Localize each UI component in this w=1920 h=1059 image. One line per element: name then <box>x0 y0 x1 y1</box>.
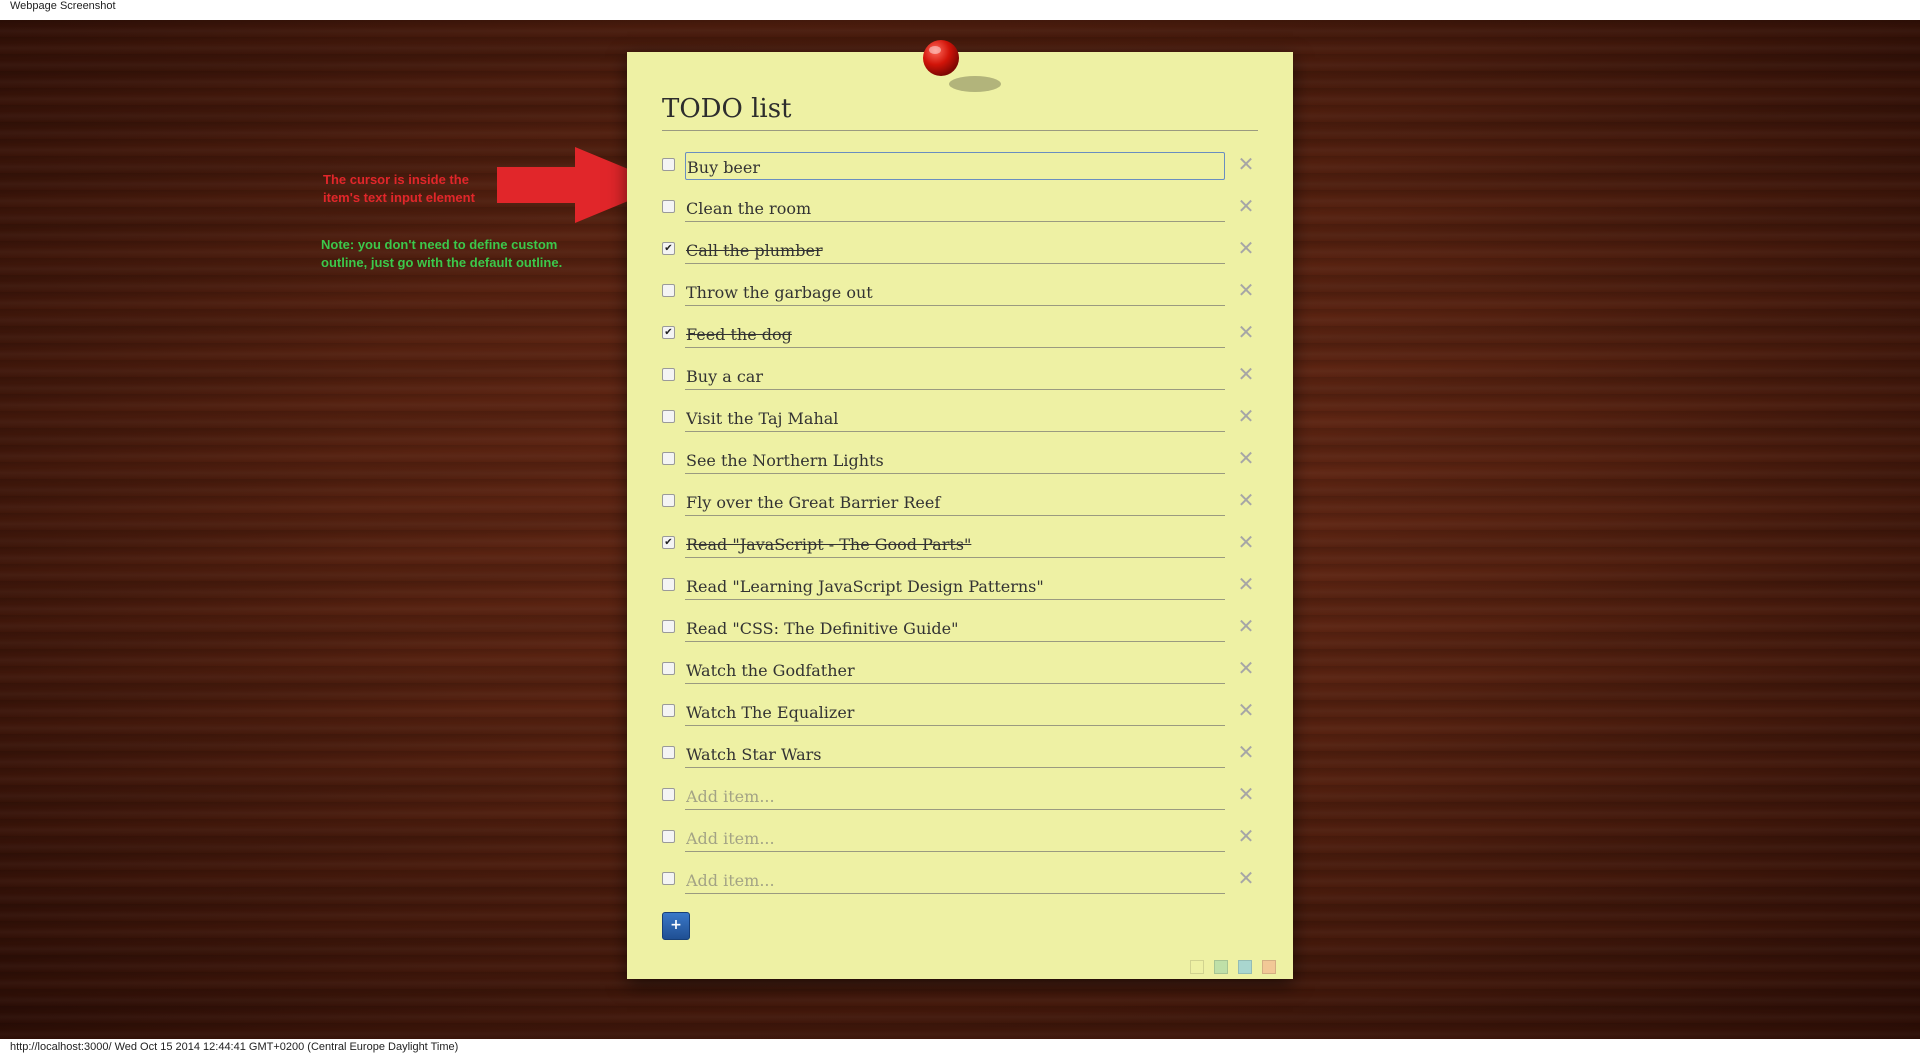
item-text-input[interactable] <box>685 362 1225 390</box>
color-swatches <box>1190 959 1286 974</box>
item-checkbox[interactable] <box>662 368 675 381</box>
item-checkbox[interactable]: ✔ <box>662 326 675 339</box>
todo-item: ✕ <box>662 824 1258 866</box>
window-title-bar: Webpage Screenshot <box>0 0 1920 20</box>
todo-item: ✔✕ <box>662 236 1258 278</box>
item-text-input[interactable] <box>685 572 1225 600</box>
delete-item-icon[interactable]: ✕ <box>1236 406 1256 426</box>
todo-item: ✕ <box>662 152 1258 194</box>
todo-item: ✕ <box>662 194 1258 236</box>
delete-item-icon[interactable]: ✕ <box>1236 868 1256 888</box>
item-text-input[interactable] <box>685 656 1225 684</box>
todo-item: ✔✕ <box>662 320 1258 362</box>
todo-item: ✕ <box>662 446 1258 488</box>
delete-item-icon[interactable]: ✕ <box>1236 448 1256 468</box>
delete-item-icon[interactable]: ✕ <box>1236 490 1256 510</box>
todo-item: ✕ <box>662 782 1258 824</box>
item-text-input[interactable] <box>685 824 1225 852</box>
item-text-input[interactable] <box>685 530 1225 558</box>
item-checkbox[interactable]: ✔ <box>662 536 675 549</box>
color-swatch[interactable] <box>1214 960 1228 974</box>
item-text-input[interactable] <box>685 152 1225 180</box>
item-checkbox[interactable] <box>662 872 675 885</box>
item-text-input[interactable] <box>685 194 1225 222</box>
item-text-input[interactable] <box>685 278 1225 306</box>
push-pin-icon <box>923 40 1001 92</box>
item-text-input[interactable] <box>685 446 1225 474</box>
delete-item-icon[interactable]: ✕ <box>1236 700 1256 720</box>
delete-item-icon[interactable]: ✕ <box>1236 742 1256 762</box>
item-checkbox[interactable] <box>662 746 675 759</box>
delete-item-icon[interactable]: ✕ <box>1236 532 1256 552</box>
item-checkbox[interactable] <box>662 284 675 297</box>
todo-note: TODO list ✕✕✔✕✕✔✕✕✕✕✕✔✕✕✕✕✕✕✕✕✕ + <box>627 52 1293 979</box>
color-swatch[interactable] <box>1190 960 1204 974</box>
item-text-input[interactable] <box>685 866 1225 894</box>
item-text-input[interactable] <box>685 740 1225 768</box>
todo-item: ✕ <box>662 866 1258 908</box>
delete-item-icon[interactable]: ✕ <box>1236 154 1256 174</box>
delete-item-icon[interactable]: ✕ <box>1236 322 1256 342</box>
delete-item-icon[interactable]: ✕ <box>1236 574 1256 594</box>
item-checkbox[interactable] <box>662 704 675 717</box>
item-checkbox[interactable] <box>662 620 675 633</box>
todo-item: ✕ <box>662 362 1258 404</box>
window-title: Webpage Screenshot <box>10 0 116 12</box>
todo-list: ✕✕✔✕✕✔✕✕✕✕✕✔✕✕✕✕✕✕✕✕✕ <box>662 152 1258 908</box>
item-text-input[interactable] <box>685 614 1225 642</box>
delete-item-icon[interactable]: ✕ <box>1236 616 1256 636</box>
item-text-input[interactable] <box>685 236 1225 264</box>
color-swatch[interactable] <box>1238 960 1252 974</box>
item-text-input[interactable] <box>685 320 1225 348</box>
outline-note-annotation: Note: you don't need to define custom ou… <box>321 236 601 272</box>
add-item-button[interactable]: + <box>662 912 690 940</box>
todo-item: ✕ <box>662 656 1258 698</box>
delete-item-icon[interactable]: ✕ <box>1236 238 1256 258</box>
todo-item: ✕ <box>662 698 1258 740</box>
item-checkbox[interactable]: ✔ <box>662 242 675 255</box>
item-checkbox[interactable] <box>662 200 675 213</box>
todo-item: ✕ <box>662 488 1258 530</box>
todo-item: ✔✕ <box>662 530 1258 572</box>
item-checkbox[interactable] <box>662 788 675 801</box>
delete-item-icon[interactable]: ✕ <box>1236 826 1256 846</box>
status-bar: http://localhost:3000/ Wed Oct 15 2014 1… <box>0 1039 1920 1059</box>
todo-item: ✕ <box>662 740 1258 782</box>
todo-item: ✕ <box>662 614 1258 656</box>
todo-item: ✕ <box>662 278 1258 320</box>
item-checkbox[interactable] <box>662 410 675 423</box>
delete-item-icon[interactable]: ✕ <box>1236 196 1256 216</box>
color-swatch[interactable] <box>1262 960 1276 974</box>
item-text-input[interactable] <box>685 404 1225 432</box>
item-checkbox[interactable] <box>662 830 675 843</box>
item-checkbox[interactable] <box>662 662 675 675</box>
outline-note-line-2: outline, just go with the default outlin… <box>321 255 563 270</box>
item-text-input[interactable] <box>685 698 1225 726</box>
item-checkbox[interactable] <box>662 494 675 507</box>
delete-item-icon[interactable]: ✕ <box>1236 364 1256 384</box>
item-checkbox[interactable] <box>662 578 675 591</box>
item-checkbox[interactable] <box>662 452 675 465</box>
status-text: http://localhost:3000/ Wed Oct 15 2014 1… <box>10 1041 459 1053</box>
delete-item-icon[interactable]: ✕ <box>1236 280 1256 300</box>
item-text-input[interactable] <box>685 488 1225 516</box>
item-checkbox[interactable] <box>662 158 675 171</box>
delete-item-icon[interactable]: ✕ <box>1236 658 1256 678</box>
todo-item: ✕ <box>662 572 1258 614</box>
item-text-input[interactable] <box>685 782 1225 810</box>
delete-item-icon[interactable]: ✕ <box>1236 784 1256 804</box>
todo-item: ✕ <box>662 404 1258 446</box>
outline-note-line-1: Note: you don't need to define custom <box>321 237 558 252</box>
